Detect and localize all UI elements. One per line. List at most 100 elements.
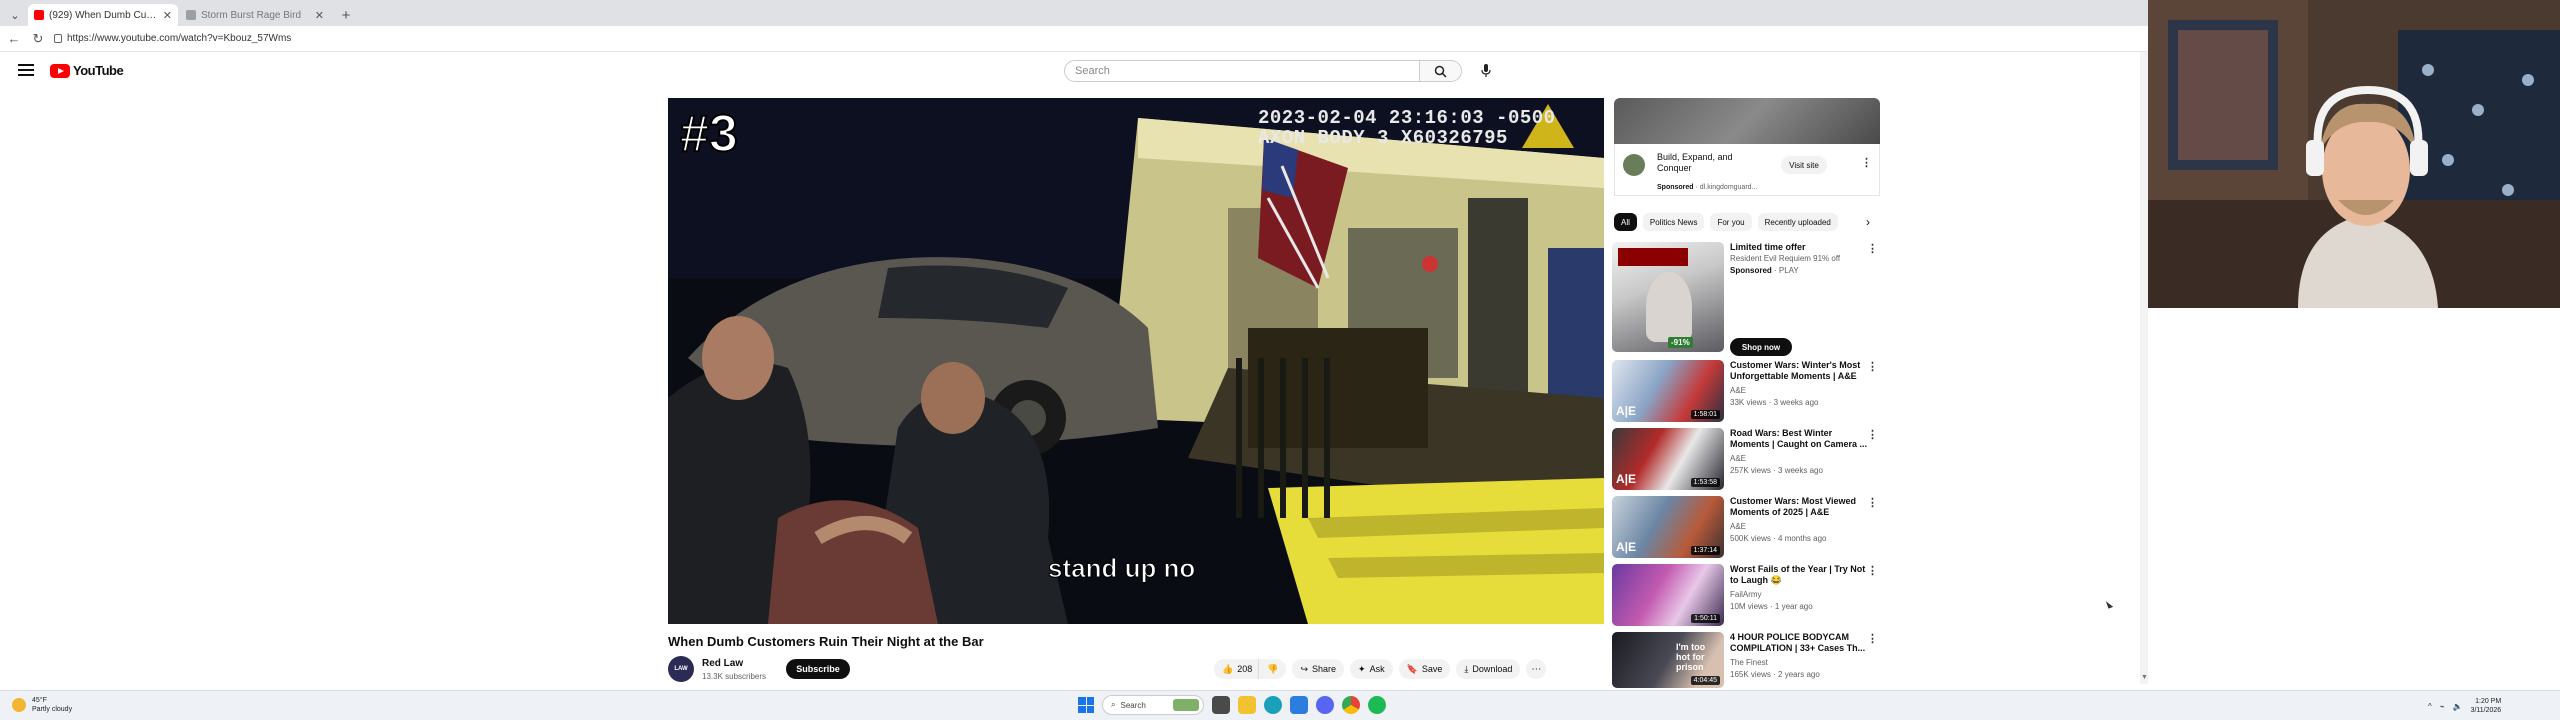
new-tab-button[interactable]: +	[336, 4, 356, 26]
tab-close-icon[interactable]: ✕	[315, 9, 324, 22]
visit-site-button[interactable]: Visit site	[1781, 156, 1827, 174]
search-icon: ⌕	[1111, 700, 1116, 709]
search-button[interactable]	[1420, 60, 1462, 82]
dislike-button[interactable]: 👎	[1258, 659, 1287, 679]
save-button[interactable]: 🔖 Save	[1398, 659, 1451, 679]
channel-avatar[interactable]: LAW	[668, 656, 694, 682]
ask-label: Ask	[1369, 664, 1385, 674]
taskbar-search[interactable]: ⌕ Search	[1102, 695, 1204, 715]
ad-card[interactable]: Build, Expand, and Conquer Sponsored · d…	[1614, 144, 1880, 196]
share-arrow-icon: ↪	[1300, 663, 1309, 674]
rec-thumbnail[interactable]: I'm too hot for prison 4:04:45	[1612, 632, 1724, 688]
channel-name[interactable]: Red Law	[702, 658, 743, 669]
rec-more-icon[interactable]: ⋮	[1867, 564, 1878, 577]
ad-title: Build, Expand, and Conquer	[1657, 152, 1733, 173]
tab-title: (929) When Dumb Customers Ruin Their Nig…	[49, 9, 158, 21]
discord-icon[interactable]	[1316, 696, 1334, 714]
rec-title: Customer Wars: Most Viewed Moments of 20…	[1730, 496, 1857, 517]
rec-meta: 33K views · 3 weeks ago	[1730, 398, 1819, 407]
ad-more-icon[interactable]: ⋮	[1861, 156, 1872, 169]
more-actions-button[interactable]: ⋯	[1526, 659, 1547, 679]
promo-meta: Sponsored · PLAY	[1730, 266, 1799, 275]
tray-overflow-icon[interactable]: ^	[2428, 702, 2432, 711]
video-overlay-number: #3	[679, 104, 739, 164]
like-button[interactable]: 👍 208	[1214, 659, 1259, 679]
reload-icon[interactable]: ↻	[30, 31, 46, 47]
windows-start-icon[interactable]	[1078, 697, 1094, 713]
youtube-play-icon	[50, 63, 70, 78]
youtube-logo[interactable]: YouTube	[50, 63, 124, 78]
rec-title: Road Wars: Best Winter Moments | Caught …	[1730, 428, 1868, 449]
store-icon[interactable]	[1290, 696, 1308, 714]
shop-now-button[interactable]: Shop now	[1730, 338, 1792, 356]
duration-badge: 4:04:45	[1690, 676, 1720, 685]
promo-title: Limited time offer	[1730, 242, 1806, 252]
advertiser-logo-icon	[1623, 154, 1645, 176]
rec-title: 4 HOUR POLICE BODYCAM COMPILATION | 33+ …	[1730, 632, 1866, 653]
scroll-down-arrow-icon[interactable]: ▼	[2141, 674, 2148, 681]
video-subtitle: stand up no	[1047, 553, 1196, 584]
tab-search-chevron-icon[interactable]: ⌄	[4, 4, 26, 26]
chip-all[interactable]: All	[1614, 213, 1637, 231]
edge-icon[interactable]	[1264, 696, 1282, 714]
url-field[interactable]: https://www.youtube.com/watch?v=Kbouz_57…	[54, 33, 291, 44]
back-arrow-icon[interactable]: ←	[6, 31, 22, 46]
voice-search-button[interactable]	[1474, 60, 1498, 82]
rec-more-icon[interactable]: ⋮	[1867, 496, 1878, 509]
webcam-scene	[2148, 0, 2560, 308]
volume-icon[interactable]: 🔈	[2453, 702, 2463, 711]
tab-close-icon[interactable]: ✕	[163, 9, 172, 22]
file-explorer-icon[interactable]	[1238, 696, 1256, 714]
rec-more-icon[interactable]: ⋮	[1867, 360, 1878, 373]
rec-item[interactable]: A|E 1:58:01 Customer Wars: Winter's Most…	[1612, 360, 1882, 424]
video-actions: 👍 208 👎 ↪ Share ✦ Ask 🔖 Save ⤓ Download …	[1214, 659, 1547, 679]
video-player[interactable]: #3 2023-02-04 23:16:03 -0500 AXON BODY 3…	[668, 98, 1604, 624]
lock-icon	[54, 34, 62, 43]
rec-thumbnail[interactable]: A|E 1:37:14	[1612, 496, 1724, 558]
rec-thumbnail[interactable]: 1:50:11	[1612, 564, 1724, 626]
promo-game-logo	[1618, 248, 1688, 266]
page-scrollbar[interactable]	[2140, 52, 2148, 684]
ask-button[interactable]: ✦ Ask	[1350, 659, 1393, 679]
hamburger-menu-icon[interactable]	[18, 64, 34, 79]
weather-widget[interactable]: 45°F Partly cloudy	[12, 696, 72, 714]
rec-more-icon[interactable]: ⋮	[1867, 428, 1878, 441]
promo-sponsored-label: Sponsored	[1730, 266, 1772, 275]
rec-meta: 257K views · 3 weeks ago	[1730, 466, 1823, 475]
network-icon[interactable]: ⌁	[2440, 702, 2445, 711]
taskbar-apps: ⌕ Search	[1078, 695, 1386, 715]
search-input[interactable]: Search	[1064, 60, 1420, 82]
address-bar-row: ← ↻ https://www.youtube.com/watch?v=Kbou…	[0, 26, 2148, 52]
tab-youtube[interactable]: (929) When Dumb Customers Ruin Their Nig…	[28, 4, 178, 26]
chevron-right-icon[interactable]: ›	[1866, 215, 1880, 229]
system-clock[interactable]: 1:20 PM 3/11/2026	[2471, 697, 2502, 715]
ad-banner-image[interactable]	[1614, 98, 1880, 144]
rec-more-icon[interactable]: ⋮	[1867, 632, 1878, 645]
chip-for-you[interactable]: For you	[1710, 213, 1752, 231]
rec-item[interactable]: 1:50:11 Worst Fails of the Year | Try No…	[1612, 564, 1882, 628]
promo-thumbnail[interactable]: -91%	[1612, 242, 1724, 352]
download-button[interactable]: ⤓ Download	[1456, 659, 1521, 679]
promo-item[interactable]: -91% Limited time offer Resident Evil Re…	[1612, 242, 1882, 356]
browser-tab-bar: ⌄ (929) When Dumb Customers Ruin Their N…	[0, 0, 2148, 26]
tab-storm-burst[interactable]: Storm Burst Rage Bird ✕	[180, 4, 330, 26]
share-button[interactable]: ↪ Share	[1292, 659, 1345, 679]
promo-more-icon[interactable]: ⋮	[1867, 242, 1878, 255]
rec-channel: A&E	[1730, 454, 1747, 463]
rec-item[interactable]: A|E 1:53:58 Road Wars: Best Winter Momen…	[1612, 428, 1882, 492]
rec-item[interactable]: A|E 1:37:14 Customer Wars: Most Viewed M…	[1612, 496, 1882, 560]
rec-item[interactable]: I'm too hot for prison 4:04:45 4 HOUR PO…	[1612, 632, 1882, 688]
partly-cloudy-icon	[12, 698, 26, 712]
rec-thumbnail[interactable]: A|E 1:58:01	[1612, 360, 1724, 422]
chip-recently-uploaded[interactable]: Recently uploaded	[1757, 213, 1838, 231]
video-title: When Dumb Customers Ruin Their Night at …	[668, 634, 984, 649]
rec-thumbnail[interactable]: A|E 1:53:58	[1612, 428, 1724, 490]
duration-badge: 1:50:11	[1691, 614, 1720, 623]
spotify-icon[interactable]	[1368, 696, 1386, 714]
duration-badge: 1:58:01	[1690, 410, 1720, 419]
subscribe-button[interactable]: Subscribe	[786, 659, 850, 679]
chrome-icon[interactable]	[1342, 696, 1360, 714]
task-view-icon[interactable]	[1212, 696, 1230, 714]
chip-politics-news[interactable]: Politics News	[1642, 213, 1705, 231]
bodycam-timestamp: 2023-02-04 23:16:03 -0500 AXON BODY 3 X6…	[1258, 108, 1556, 148]
